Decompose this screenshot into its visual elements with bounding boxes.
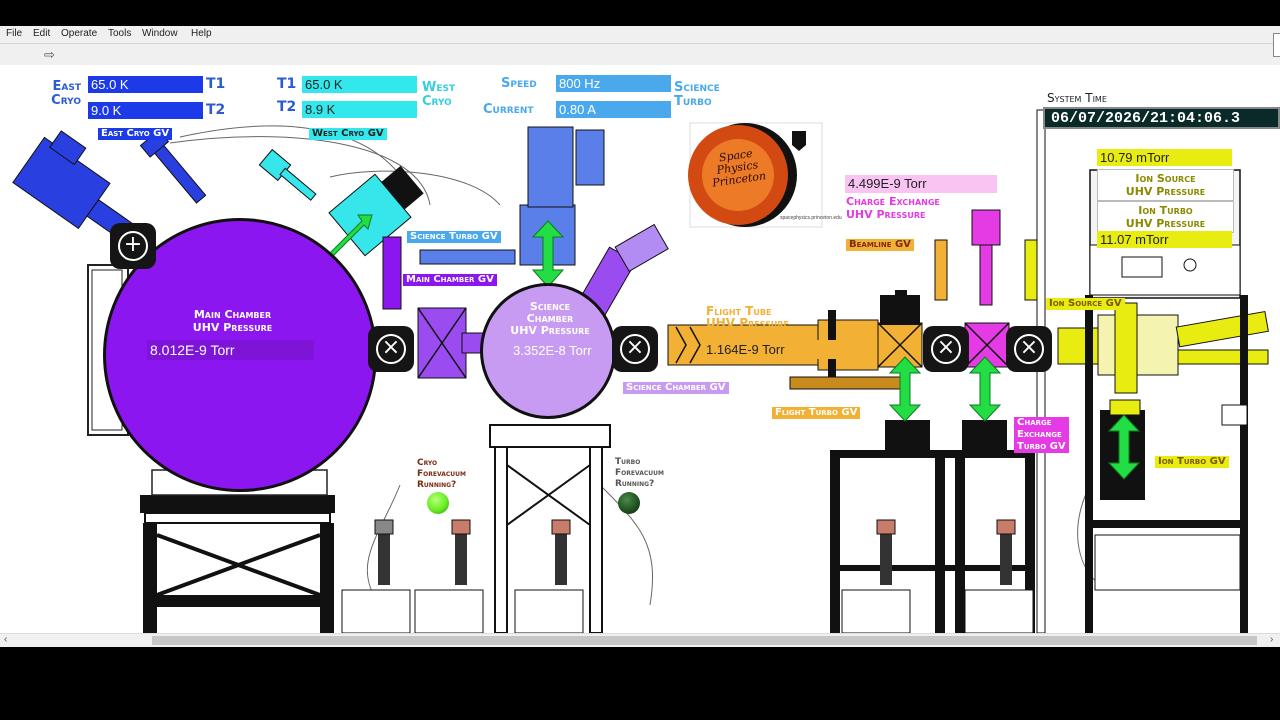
current-label: Current	[483, 102, 534, 117]
horizontal-scrollbar[interactable]: ‹ ›	[0, 633, 1280, 647]
cryo-forevacuum-lamp	[427, 492, 449, 514]
ion-source-gv-tag[interactable]: Ion Source GV	[1046, 298, 1125, 310]
science-turbo-gv-tag[interactable]: Science Turbo GV	[407, 231, 501, 243]
east-t1-value: 65.0 K	[88, 76, 203, 93]
flight-turbo-gv-tag[interactable]: Flight Turbo GV	[772, 407, 861, 419]
main-chamber-valve-button[interactable]: ×	[368, 326, 414, 372]
main-chamber-gv-tag[interactable]: Main Chamber GV	[403, 274, 497, 286]
toolbar-edge	[1273, 33, 1280, 57]
science-chamber-gv-tag[interactable]: Science Chamber GV	[623, 382, 729, 394]
charge-exchange-pressure: 4.499E-9 Torr	[845, 175, 997, 193]
turbo-speed-value: 800 Hz	[556, 75, 671, 92]
ion-source-pressure: 10.79 mTorr	[1097, 149, 1232, 166]
flight-tube-pressure: 1.164E-9 Torr	[703, 340, 863, 359]
run-arrow-icon[interactable]: ⇨	[44, 47, 55, 63]
menu-tools[interactable]: Tools	[108, 28, 131, 39]
system-time-label: System Time	[1047, 91, 1107, 105]
scrollbar-thumb[interactable]	[152, 636, 1257, 645]
west-cryo-label: West Cryo	[422, 80, 456, 109]
turbo-forevacuum-label: Turbo Forevacuum Running?	[615, 457, 664, 489]
scroll-right-icon[interactable]: ›	[1270, 634, 1273, 645]
x-circle-icon: ×	[931, 334, 961, 364]
plus-circle-icon: +	[118, 231, 148, 261]
system-time-value: 06/07/2026/21:04:06.3	[1051, 110, 1241, 127]
ion-turbo-gv-tag[interactable]: Ion Turbo GV	[1155, 456, 1229, 468]
west-t2-value: 8.9 K	[302, 101, 417, 118]
menu-file[interactable]: File	[6, 28, 22, 39]
ion-turbo-pressure: 11.07 mTorr	[1097, 231, 1232, 248]
ion-turbo-label: Ion Turbo UHV Pressure	[1097, 201, 1234, 233]
science-chamber-title: Science Chamber UHV Pressure	[510, 300, 590, 337]
x-circle-icon: ×	[620, 334, 650, 364]
ion-source-valve-button[interactable]: ×	[1006, 326, 1052, 372]
menu-window[interactable]: Window	[142, 28, 178, 39]
beamline-valve-button[interactable]: ×	[923, 326, 969, 372]
science-turbo-label: Science Turbo	[674, 80, 720, 109]
x-circle-icon: ×	[1014, 334, 1044, 364]
west-t1-label: T1	[277, 76, 297, 92]
east-t1-label: T1	[206, 76, 226, 92]
east-t2-label: T2	[206, 102, 226, 118]
east-t2-value: 9.0 K	[88, 102, 203, 119]
beamline-gv-tag[interactable]: Beamline GV	[846, 239, 914, 251]
charge-exchange-title: Charge Exchange UHV Pressure	[846, 195, 940, 221]
menu-edit[interactable]: Edit	[33, 28, 50, 39]
ion-source-label: Ion Source UHV Pressure	[1097, 169, 1234, 201]
west-t2-label: T2	[277, 99, 297, 115]
east-cryo-valve-button[interactable]: +	[110, 223, 156, 269]
menu-operate[interactable]: Operate	[61, 28, 97, 39]
cryo-forevacuum-label: Cryo Forevacuum Running?	[417, 458, 466, 490]
turbo-current-value: 0.80 A	[556, 101, 671, 118]
turbo-forevacuum-lamp	[618, 492, 640, 514]
front-panel: East Cryo 65.0 K 9.0 K T1 T2 T1 T2 65.0 …	[0, 65, 1280, 633]
science-chamber-pressure: 3.352E-8 Torr	[513, 343, 592, 358]
main-chamber-title: Main Chamber UHV Pressure	[192, 308, 273, 334]
science-chamber-valve-button[interactable]: ×	[612, 326, 658, 372]
flight-tube-title: Flight Tube UHV Pressure	[706, 304, 789, 330]
east-cryo-label: East Cryo	[51, 79, 81, 108]
toolbar: ⇨	[0, 44, 1280, 66]
x-circle-icon: ×	[376, 334, 406, 364]
charge-exchange-turbo-gv-tag[interactable]: Charge Exchange Turbo GV	[1014, 417, 1069, 453]
speed-label: Speed	[501, 76, 537, 91]
east-cryo-gv-tag[interactable]: East Cryo GV	[98, 128, 173, 140]
logo-caption: spacephysics.princeton.edu	[780, 215, 842, 221]
menu-help[interactable]: Help	[191, 28, 212, 39]
west-cryo-gv-tag[interactable]: West Cryo GV	[309, 128, 387, 140]
scroll-left-icon[interactable]: ‹	[4, 634, 7, 645]
west-t1-value: 65.0 K	[302, 76, 417, 93]
main-chamber-pressure: 8.012E-9 Torr	[147, 340, 314, 360]
menu-bar: File Edit Operate Tools Window Help	[0, 26, 1280, 44]
